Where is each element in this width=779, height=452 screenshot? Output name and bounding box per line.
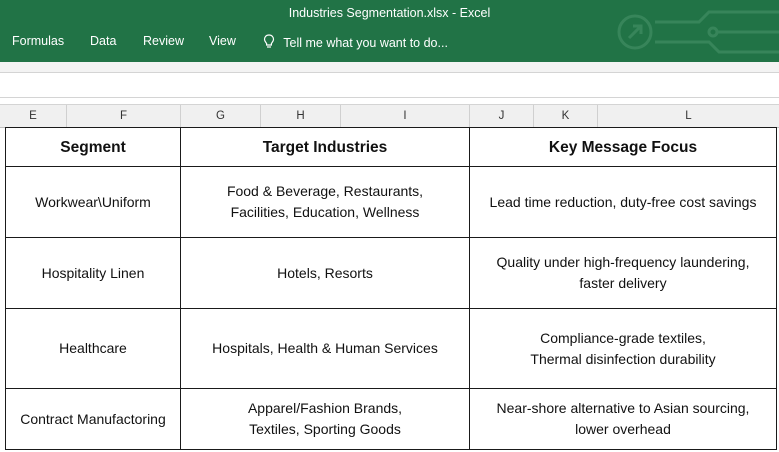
formula-bar[interactable] [0,73,779,98]
column-header-l[interactable]: L [598,105,779,127]
lightbulb-icon [263,34,275,48]
table-row: Healthcare Hospitals, Health & Human Ser… [5,308,777,389]
table-cell[interactable]: Quality under high-frequency laundering,… [469,237,777,309]
header-cell-target-industries[interactable]: Target Industries [180,127,470,167]
column-header-k[interactable]: K [534,105,598,127]
ribbon-decoration-icon [617,10,779,54]
table-cell[interactable]: Lead time reduction, duty-free cost savi… [469,166,777,238]
menu-review[interactable]: Review [143,34,184,48]
table-cell[interactable]: Workwear\Uniform [5,166,181,238]
table-cell[interactable]: Food & Beverage, Restaurants, Facilities… [180,166,470,238]
tell-me-search[interactable]: Tell me what you want to do... [262,34,448,50]
table-cell[interactable]: Healthcare [5,308,181,389]
table-cell[interactable]: Compliance-grade textiles, Thermal disin… [469,308,777,389]
table-row: Hospitality Linen Hotels, Resorts Qualit… [5,237,777,309]
column-header-g[interactable]: G [181,105,261,127]
menu-data[interactable]: Data [90,34,116,48]
menu-formulas[interactable]: Formulas [12,34,64,48]
table-cell[interactable]: Hotels, Resorts [180,237,470,309]
column-header-f[interactable]: F [67,105,181,127]
column-headers: E F G H I J K L [0,104,779,128]
header-cell-key-message[interactable]: Key Message Focus [469,127,777,167]
table-row: Workwear\Uniform Food & Beverage, Restau… [5,166,777,238]
segmentation-table: Segment Target Industries Key Message Fo… [5,127,777,450]
header-cell-segment[interactable]: Segment [5,127,181,167]
title-bar: Industries Segmentation.xlsx - Excel For… [0,0,779,62]
table-cell[interactable]: Hospitality Linen [5,237,181,309]
ribbon-collapsed-area [0,62,779,73]
header-row: Segment Target Industries Key Message Fo… [5,127,777,167]
column-header-j[interactable]: J [470,105,534,127]
menu-view[interactable]: View [209,34,236,48]
table-cell[interactable]: Apparel/Fashion Brands, Textiles, Sporti… [180,388,470,450]
table-cell[interactable]: Contract Manufactoring [5,388,181,450]
tell-me-text: Tell me what you want to do... [283,36,448,50]
column-header-i[interactable]: I [341,105,470,127]
column-header-h[interactable]: H [261,105,341,127]
table-cell[interactable]: Near-shore alternative to Asian sourcing… [469,388,777,450]
table-row: Contract Manufactoring Apparel/Fashion B… [5,388,777,450]
table-cell[interactable]: Hospitals, Health & Human Services [180,308,470,389]
column-header-e[interactable]: E [0,105,67,127]
